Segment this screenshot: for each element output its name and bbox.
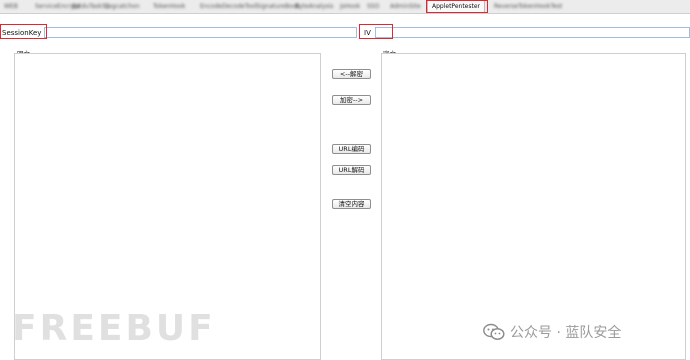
decrypt-button[interactable]: <--解密 (332, 69, 371, 79)
tab-10[interactable]: SSO (367, 2, 379, 11)
tab-11[interactable]: AdminSite (390, 2, 421, 11)
tab-9[interactable]: JsHook (340, 2, 360, 11)
tab-4[interactable]: Logcatchon (105, 2, 140, 11)
session-key-label: SessionKey (2, 29, 42, 37)
tab-6[interactable]: EncodeDecodeTool (200, 2, 257, 11)
url-decode-button[interactable]: URL解码 (332, 165, 371, 175)
session-key-input[interactable] (44, 27, 357, 38)
tab-web[interactable]: WEB (4, 2, 18, 11)
wechat-icon (483, 323, 505, 340)
tab-3[interactable]: BaiduTaskSS (72, 2, 110, 11)
tab-7[interactable]: SignatureBook (256, 2, 300, 11)
clear-button[interactable]: 清空内容 (332, 199, 371, 209)
iv-label: IV (364, 29, 371, 37)
tab-8[interactable]: ByteAnalysis (295, 2, 333, 11)
tab-5[interactable]: TokenHook (153, 2, 185, 11)
tab-13[interactable]: ReverseTokenHookTest (494, 2, 562, 11)
encrypt-button[interactable]: 加密--> (332, 95, 371, 105)
tab-applet-pentester[interactable]: AppletPentester (427, 0, 486, 13)
ciphertext-textarea[interactable] (381, 53, 686, 360)
wechat-watermark-text: 公众号 · 蓝队安全 (510, 325, 622, 341)
freebuf-watermark: FREEBUF (12, 308, 216, 349)
url-encode-button[interactable]: URL编码 (332, 144, 371, 154)
wechat-watermark: 公众号 · 蓝队安全 (483, 321, 621, 343)
tab-bar: WEB ServiceEncrypt BaiduTaskSS Logcatcho… (0, 0, 690, 14)
iv-input[interactable] (375, 27, 690, 38)
